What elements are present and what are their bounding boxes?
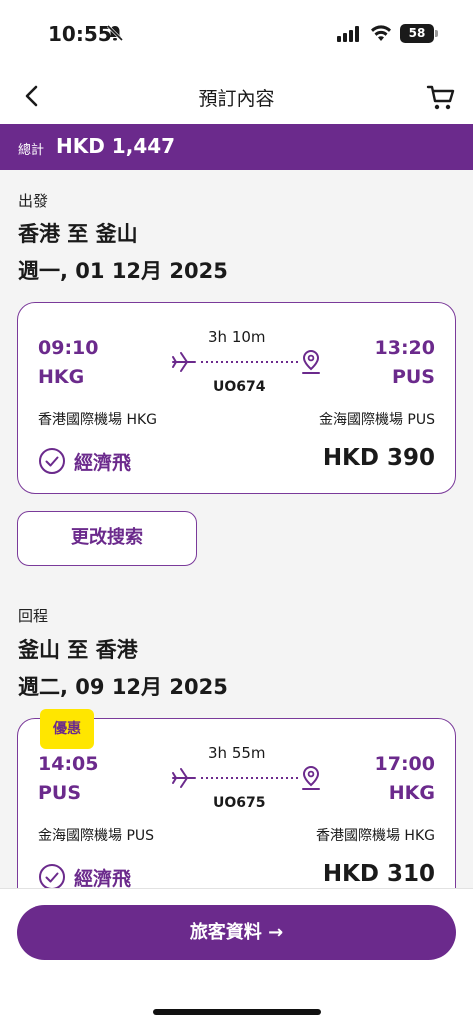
total-amount: HKD 1,447 bbox=[56, 134, 176, 158]
departure-time: 09:10 bbox=[38, 337, 99, 359]
return-date: 週二, 09 12月 2025 bbox=[18, 675, 228, 699]
status-time: 10:55 bbox=[48, 22, 112, 46]
departure-code: HKG bbox=[38, 366, 85, 388]
status-bar: 10:55 58 bbox=[0, 0, 473, 68]
wifi-icon bbox=[370, 24, 392, 46]
departure-airport: 香港國際機場 HKG bbox=[38, 412, 158, 428]
flight-path bbox=[171, 763, 323, 797]
fare-price: HKD 310 bbox=[322, 861, 435, 887]
flight-duration: 3h 55m bbox=[208, 744, 266, 762]
location-pin-icon bbox=[302, 349, 320, 374]
departure-time: 14:05 bbox=[38, 753, 99, 775]
arrival-code: HKG bbox=[388, 782, 435, 804]
flight-path bbox=[171, 347, 323, 381]
arrival-time: 17:00 bbox=[374, 753, 435, 775]
battery-icon: 58 bbox=[400, 24, 434, 43]
flight-duration: 3h 10m bbox=[208, 328, 266, 346]
fare-price: HKD 390 bbox=[322, 445, 435, 471]
promo-badge: 優惠 bbox=[40, 709, 94, 749]
flight-number: UO674 bbox=[213, 379, 266, 395]
departure-airport: 金海國際機場 PUS bbox=[38, 828, 155, 844]
plane-icon bbox=[172, 352, 196, 372]
return-flight-card[interactable]: 優惠 14:05 PUS 3h 55m UO675 17:00 HKG 金海國際… bbox=[17, 709, 456, 910]
page-title: 預訂內容 bbox=[198, 88, 275, 110]
arrival-time: 13:20 bbox=[374, 337, 435, 359]
outbound-flight-card[interactable]: 09:10 HKG 3h 10m UO674 13:20 PUS 香港國際機場 … bbox=[17, 302, 456, 494]
total-bar: 總計 HKD 1,447 bbox=[0, 124, 473, 170]
signal-icon bbox=[337, 26, 361, 46]
check-circle-icon bbox=[38, 447, 66, 479]
departure-code: PUS bbox=[38, 782, 82, 804]
bottom-bar: 旅客資料 → bbox=[0, 888, 473, 1024]
passenger-info-button[interactable]: 旅客資料 → bbox=[17, 905, 456, 960]
bell-slash-icon bbox=[106, 24, 124, 46]
outbound-date: 週一, 01 12月 2025 bbox=[18, 259, 228, 283]
plane-icon bbox=[172, 768, 196, 788]
fare-class: 經濟飛 bbox=[74, 868, 132, 890]
fare-class: 經濟飛 bbox=[74, 452, 132, 474]
return-route: 釜山 至 香港 bbox=[18, 638, 138, 662]
home-indicator[interactable] bbox=[153, 1009, 321, 1015]
arrival-code: PUS bbox=[391, 366, 435, 388]
location-pin-icon bbox=[302, 765, 320, 790]
return-label: 回程 bbox=[18, 607, 49, 625]
cart-icon[interactable] bbox=[426, 82, 456, 112]
nav-bar: 預訂內容 bbox=[0, 68, 473, 124]
outbound-label: 出發 bbox=[18, 192, 49, 210]
arrival-airport: 香港國際機場 HKG bbox=[315, 828, 435, 844]
flight-number: UO675 bbox=[213, 795, 266, 811]
total-label: 總計 bbox=[18, 143, 45, 158]
battery-tip bbox=[435, 30, 438, 37]
outbound-route: 香港 至 釜山 bbox=[18, 222, 138, 246]
arrival-airport: 金海國際機場 PUS bbox=[318, 412, 435, 428]
change-search-button[interactable]: 更改搜索 bbox=[17, 511, 197, 566]
